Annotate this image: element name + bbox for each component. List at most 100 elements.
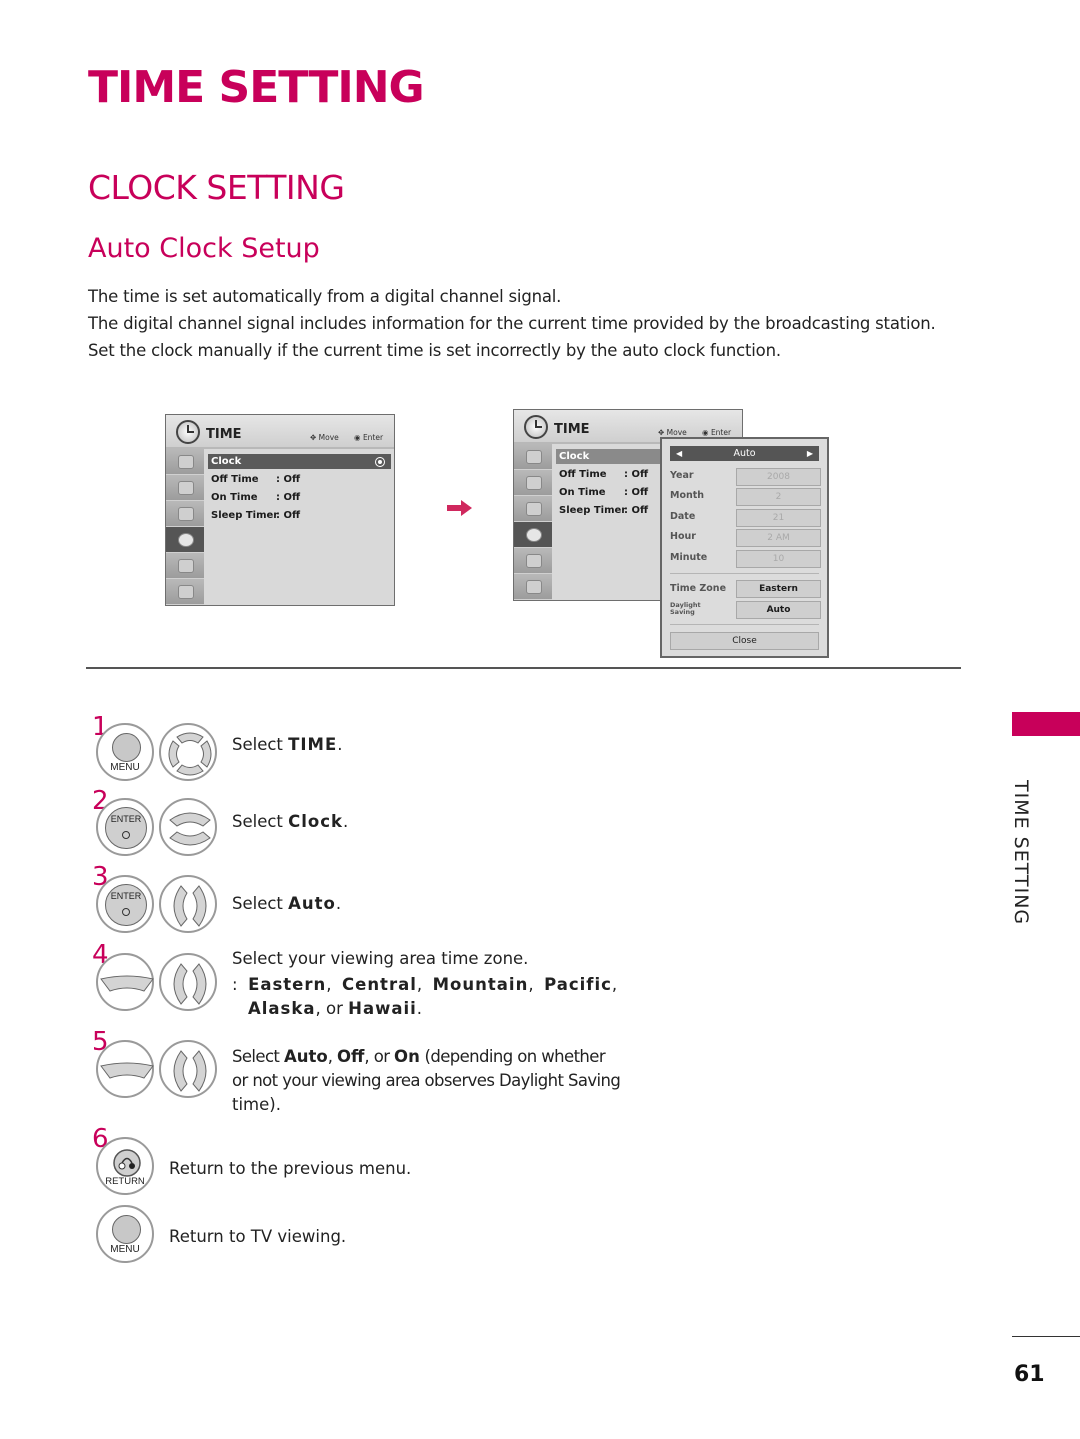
screen-icon[interactable] xyxy=(166,475,204,501)
date-label: Date xyxy=(670,511,696,522)
clock-icon xyxy=(524,415,548,439)
minute-label: Minute xyxy=(670,552,708,563)
screen-icon[interactable] xyxy=(514,470,552,496)
zone-hawaii: Hawaii xyxy=(348,999,417,1018)
nav-pad-updown[interactable] xyxy=(159,798,217,856)
enter-button-label: ENTER xyxy=(110,891,142,901)
nav-down-button[interactable] xyxy=(96,953,154,1011)
option-off: Off xyxy=(337,1047,365,1066)
lock-icon[interactable] xyxy=(166,579,204,605)
time-menu-screenshot-1: TIME ✥ Move ◉ Enter Clock Off Time: Off … xyxy=(165,414,395,606)
menu-item-clock[interactable]: Clock xyxy=(208,454,391,469)
enter-button[interactable]: ENTER xyxy=(96,875,154,933)
menu-title: TIME xyxy=(554,422,590,437)
move-hint: ✥ Move xyxy=(658,428,687,437)
menu-item-on-time[interactable]: On Time: Off xyxy=(559,487,648,498)
chapter-side-label: TIME SETTING xyxy=(1010,780,1032,926)
menu-item-value: : Off xyxy=(624,469,649,480)
menu-item-off-time[interactable]: Off Time: Off xyxy=(211,474,300,485)
time-icon[interactable] xyxy=(514,522,552,548)
month-label: Month xyxy=(670,490,705,501)
hour-field[interactable]: 2 AM xyxy=(736,529,821,547)
menu-button[interactable]: MENU xyxy=(96,1205,154,1263)
close-button[interactable]: Close xyxy=(670,632,819,650)
daylight-saving-label: Daylight Saving xyxy=(670,602,701,616)
clock-popup: ◀ Auto ▶ Year 2008 Month 2 Date 21 Hour … xyxy=(660,437,829,658)
menu-item-sleep-timer[interactable]: Sleep Timer: Off xyxy=(559,505,648,516)
picture-icon[interactable] xyxy=(514,444,552,470)
nav-4way-icon xyxy=(168,732,212,776)
or-text: or xyxy=(326,999,343,1018)
step-6-text: Return to the previous menu. xyxy=(169,1159,412,1178)
nav-down-button[interactable] xyxy=(96,1040,154,1098)
daylight-saving-field[interactable]: Auto xyxy=(736,601,821,619)
year-field[interactable]: 2008 xyxy=(736,468,821,486)
nav-pad-leftright[interactable] xyxy=(159,953,217,1011)
option-icon[interactable] xyxy=(166,553,204,579)
menu-item-clock[interactable]: Clock xyxy=(556,449,666,464)
step-7-text: Return to TV viewing. xyxy=(169,1227,347,1246)
section-title: CLOCK SETTING xyxy=(88,168,345,207)
move-hint-label: Move xyxy=(666,428,687,437)
zone-eastern: Eastern xyxy=(248,975,327,994)
clock-icon xyxy=(176,420,200,444)
enter-button-icon: ENTER xyxy=(105,884,147,926)
nav-down-icon xyxy=(100,975,154,992)
intro-line-3: Set the clock manually if the current ti… xyxy=(88,341,781,360)
zone-alaska: Alaska xyxy=(248,999,316,1018)
nav-updown-icon xyxy=(169,812,211,846)
enter-hint: ◉ Enter xyxy=(702,428,732,437)
nav-pad-4way[interactable] xyxy=(159,723,217,781)
picture-icon[interactable] xyxy=(166,449,204,475)
hour-label: Hour xyxy=(670,531,696,542)
option-icon[interactable] xyxy=(514,548,552,574)
zone-mountain: Mountain xyxy=(432,975,529,994)
menu-sidebar xyxy=(514,444,552,600)
menu-item-value: : Off xyxy=(276,510,301,521)
arrow-right-icon[interactable]: ▶ xyxy=(807,446,813,461)
month-field[interactable]: 2 xyxy=(736,488,821,506)
lock-icon[interactable] xyxy=(514,574,552,600)
step-5-tail: (depending on whether xyxy=(424,1047,606,1066)
menu-item-value: : Off xyxy=(276,492,301,503)
enter-button[interactable]: ENTER xyxy=(96,798,154,856)
step-text-pre: Select xyxy=(232,735,289,754)
nav-pad-leftright[interactable] xyxy=(159,875,217,933)
intro-line-1: The time is set automatically from a dig… xyxy=(88,287,562,306)
nav-leftright-icon xyxy=(173,963,207,1005)
step-text-bold: Auto xyxy=(288,894,336,913)
subsection-title: Auto Clock Setup xyxy=(88,233,320,264)
menu-item-on-time[interactable]: On Time: Off xyxy=(211,492,300,503)
menu-item-label: Off Time xyxy=(211,474,259,485)
date-field[interactable]: 21 xyxy=(736,509,821,527)
menu-item-label: Clock xyxy=(559,451,590,462)
time-zone-field[interactable]: Eastern xyxy=(736,580,821,598)
menu-item-label: Sleep Timer xyxy=(559,505,627,516)
or-text: or xyxy=(373,1047,390,1066)
audio-icon[interactable] xyxy=(166,501,204,527)
arrow-left-icon[interactable]: ◀ xyxy=(676,446,682,461)
step-3-text: Select Auto. xyxy=(232,894,341,913)
return-button[interactable]: RETURN xyxy=(96,1137,154,1195)
time-zone-label: Time Zone xyxy=(670,583,727,594)
page-title: TIME SETTING xyxy=(88,62,425,113)
nav-pad-leftright[interactable] xyxy=(159,1040,217,1098)
enter-hint: ◉ Enter xyxy=(354,433,384,442)
step-text-post: . xyxy=(343,812,349,831)
mode-selector[interactable]: ◀ Auto ▶ xyxy=(670,446,819,461)
nav-leftright-icon xyxy=(173,885,207,927)
time-icon[interactable] xyxy=(166,527,204,553)
daylight-label-line-2: Saving xyxy=(670,608,695,616)
menu-header: TIME ✥ Move ◉ Enter xyxy=(166,415,394,449)
menu-button[interactable]: MENU xyxy=(96,723,154,781)
menu-item-sleep-timer[interactable]: Sleep Timer: Off xyxy=(211,510,300,521)
audio-icon[interactable] xyxy=(514,496,552,522)
menu-item-label: Off Time xyxy=(559,469,607,480)
menu-button-icon xyxy=(112,1215,141,1244)
step-text-pre: Select xyxy=(232,894,289,913)
menu-button-icon xyxy=(112,733,141,762)
move-hint-label: Move xyxy=(318,433,339,442)
minute-field[interactable]: 10 xyxy=(736,550,821,568)
menu-item-off-time[interactable]: Off Time : Off xyxy=(559,469,648,480)
menu-item-label: Clock xyxy=(211,456,242,467)
